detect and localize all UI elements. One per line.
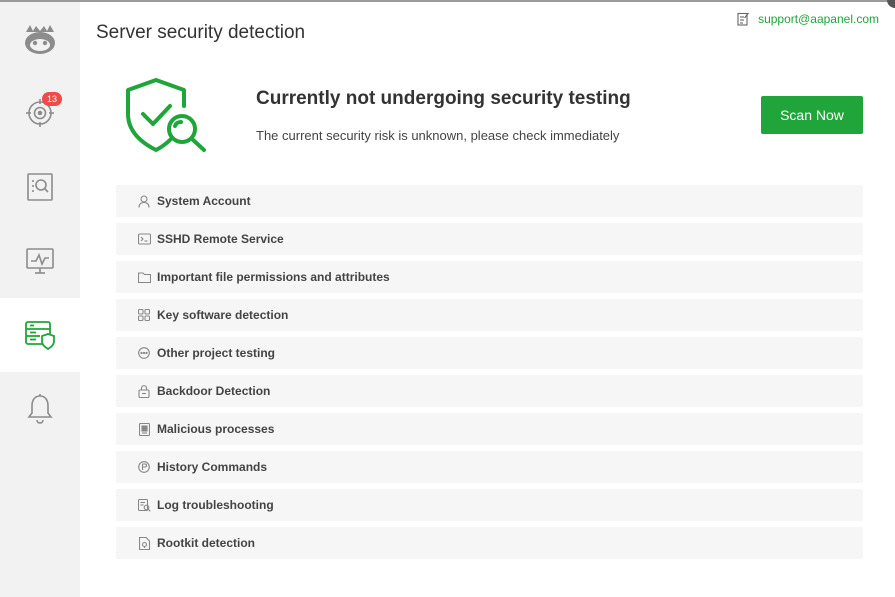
window-top-border xyxy=(0,0,895,2)
support-link[interactable]: support@aapanel.com xyxy=(737,12,879,26)
check-item-file-permissions[interactable]: Important file permissions and attribute… xyxy=(116,261,863,293)
grid-icon xyxy=(137,308,151,322)
sidebar-item-monitor[interactable] xyxy=(0,224,80,298)
check-item-rootkit[interactable]: Rootkit detection xyxy=(116,527,863,559)
check-item-backdoor[interactable]: Backdoor Detection xyxy=(116,375,863,407)
aapanel-logo-icon xyxy=(22,22,58,56)
check-list: System Account SSHD Remote Service Impor… xyxy=(116,185,863,565)
check-item-malicious-processes[interactable]: Malicious processes xyxy=(116,413,863,445)
terminal-icon xyxy=(137,232,151,246)
sidebar-item-server-security[interactable] xyxy=(0,298,80,372)
check-item-key-software[interactable]: Key software detection xyxy=(116,299,863,331)
status-description: The current security risk is unknown, pl… xyxy=(256,128,620,143)
file-search-icon xyxy=(26,172,54,202)
check-item-label: System Account xyxy=(157,194,251,208)
sidebar-item-file-scan[interactable] xyxy=(0,150,80,224)
scan-now-button[interactable]: Scan Now xyxy=(761,96,863,134)
ellipsis-circle-icon xyxy=(137,346,151,360)
check-item-label: History Commands xyxy=(157,460,268,474)
user-icon xyxy=(137,194,151,208)
server-shield-icon xyxy=(24,319,56,351)
check-item-label: Log troubleshooting xyxy=(157,498,274,512)
check-item-label: Malicious processes xyxy=(157,422,275,436)
security-shield-icon xyxy=(122,76,210,161)
page-title: Server security detection xyxy=(96,22,306,43)
check-item-label: Backdoor Detection xyxy=(157,384,271,398)
rootkit-icon xyxy=(137,536,151,550)
folder-icon xyxy=(137,270,151,284)
sidebar-logo[interactable] xyxy=(0,2,80,76)
sidebar-item-risk-scan[interactable]: 13 xyxy=(0,76,80,150)
sidebar-item-alerts[interactable] xyxy=(0,372,80,446)
log-icon xyxy=(137,498,151,512)
lock-box-icon xyxy=(137,384,151,398)
check-item-other-project[interactable]: Other project testing xyxy=(116,337,863,369)
check-item-label: Rootkit detection xyxy=(157,536,255,550)
check-item-label: Important file permissions and attribute… xyxy=(157,270,390,284)
check-item-sshd-remote-service[interactable]: SSHD Remote Service xyxy=(116,223,863,255)
bell-icon xyxy=(26,393,54,425)
check-item-log-troubleshooting[interactable]: Log troubleshooting xyxy=(116,489,863,521)
status-title: Currently not undergoing security testin… xyxy=(256,88,631,109)
check-item-label: Other project testing xyxy=(157,346,276,360)
monitor-icon xyxy=(25,246,55,276)
check-item-history-commands[interactable]: History Commands xyxy=(116,451,863,483)
check-item-label: Key software detection xyxy=(157,308,289,322)
window-close-button[interactable] xyxy=(887,0,895,8)
check-item-system-account[interactable]: System Account xyxy=(116,185,863,217)
process-icon xyxy=(137,422,151,436)
risk-count-badge: 13 xyxy=(42,92,62,106)
sidebar: 13 xyxy=(0,2,80,597)
support-email: support@aapanel.com xyxy=(758,12,879,26)
check-item-label: SSHD Remote Service xyxy=(157,232,284,246)
history-icon xyxy=(137,460,151,474)
edit-note-icon xyxy=(737,12,750,26)
